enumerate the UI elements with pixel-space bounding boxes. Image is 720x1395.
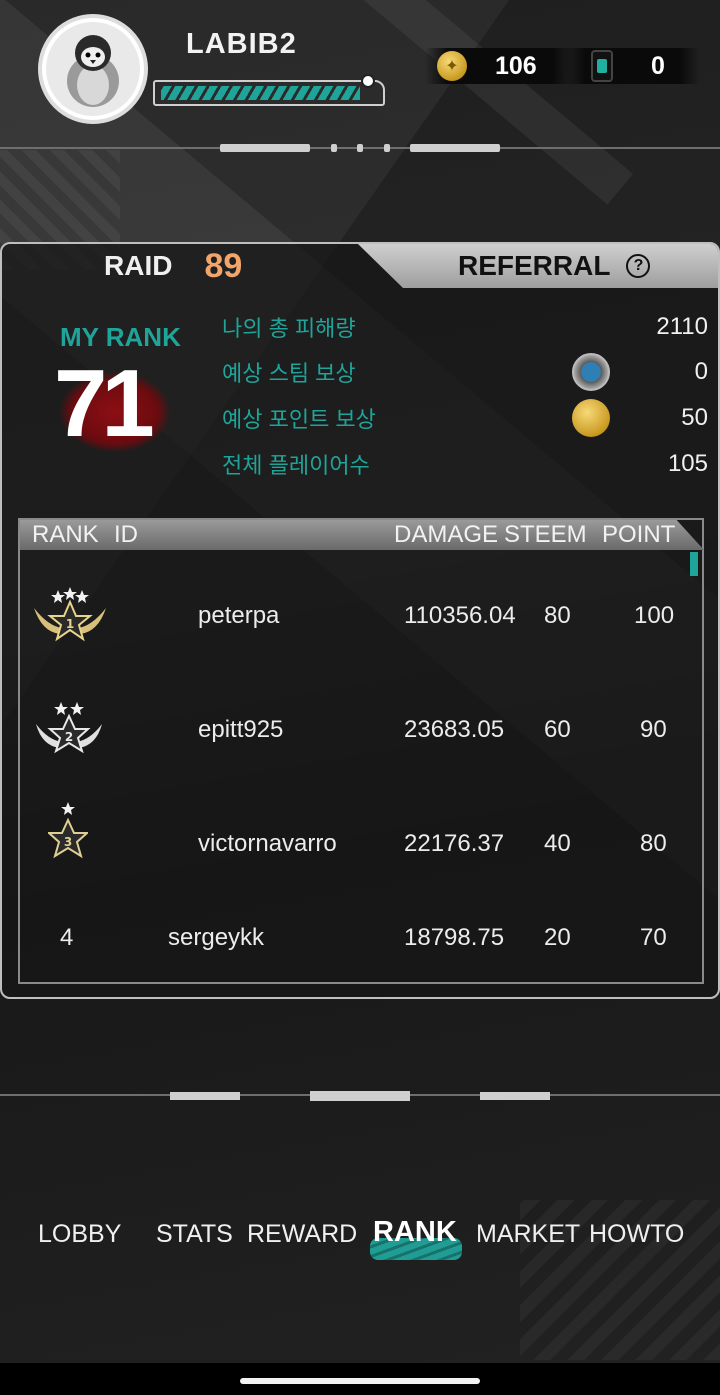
steem-value: 60 [544, 716, 571, 743]
stat-expected-steem: 예상 스팀 보상 0 [222, 353, 708, 391]
footer-divider-ornament [170, 1088, 550, 1104]
stat-value: 0 [694, 358, 708, 385]
rank-number: 4 [60, 924, 74, 951]
svg-text:3: 3 [64, 835, 72, 849]
stat-expected-points: 예상 포인트 보상 50 [222, 399, 708, 437]
steem-value: 20 [544, 924, 571, 951]
damage-value: 110356.04 [404, 602, 516, 629]
damage-value: 22176.37 [404, 830, 505, 857]
xp-bar [153, 74, 385, 106]
tab-raid[interactable]: RAID 89 [2, 244, 372, 288]
tab-referral[interactable]: REFERRAL ? [358, 244, 718, 288]
xp-knob [361, 74, 375, 88]
stat-value: 2110 [656, 313, 708, 340]
stat-label: 예상 포인트 보상 [222, 407, 376, 432]
silver-medal-icon: 2 [32, 696, 106, 756]
point-value: 90 [640, 716, 667, 743]
stat-label: 전체 플레이어수 [222, 453, 370, 478]
stat-label: 나의 총 피해량 [222, 316, 356, 341]
token-currency[interactable]: 0 [565, 48, 700, 84]
stat-total-players: 전체 플레이어수 105 [222, 446, 708, 482]
rank-table[interactable]: RANK ID DAMAGE STEEM POINT 1 peterpa 110… [18, 518, 704, 984]
stat-total-damage: 나의 총 피해량 2110 [222, 309, 708, 345]
damage-value: 23683.05 [404, 716, 505, 743]
token-amount: 0 [651, 51, 665, 80]
home-indicator[interactable] [240, 1378, 480, 1384]
player-id: sergeykk [168, 924, 265, 951]
point-value: 70 [640, 924, 667, 951]
gold-coin-icon: ✦ [437, 51, 467, 81]
nav-stats[interactable]: STATS [156, 1220, 233, 1249]
avatar[interactable] [38, 14, 148, 124]
gold-currency[interactable]: ✦ 106 [425, 48, 575, 84]
gold-amount: 106 [495, 51, 537, 80]
nav-rank[interactable]: RANK [373, 1216, 457, 1249]
username: LABIB2 [186, 28, 297, 60]
nav-howto[interactable]: HOWTO [589, 1220, 684, 1249]
scrollbar[interactable] [690, 552, 698, 576]
bronze-medal-icon: 3 [48, 798, 88, 862]
point-value: 100 [634, 602, 675, 629]
tab-raid-label: RAID [104, 250, 173, 281]
point-value: 80 [640, 830, 667, 857]
my-rank-label: MY RANK [60, 322, 181, 352]
rank-panel: RAID 89 REFERRAL ? MY RANK 71 나의 총 피해량 2… [0, 242, 720, 999]
token-icon [591, 50, 613, 82]
svg-text:1: 1 [66, 617, 74, 631]
gold-medal-icon: 1 [30, 584, 110, 644]
bottom-nav: LOBBY STATS REWARD RANK MARKET HOWTO [0, 1216, 720, 1256]
header-divider-ornament [220, 142, 500, 154]
gold-coin-icon [572, 399, 610, 437]
nav-lobby[interactable]: LOBBY [38, 1220, 121, 1249]
player-id: victornavarro [198, 830, 337, 857]
column-steem: STEEM [504, 521, 587, 548]
tab-referral-label: REFERRAL [458, 250, 611, 281]
column-damage: DAMAGE [394, 521, 499, 548]
player-id: peterpa [198, 602, 280, 629]
nav-market[interactable]: MARKET [476, 1220, 580, 1249]
my-rank-value: 71 [54, 350, 155, 457]
column-point: POINT [602, 521, 676, 548]
penguin-avatar-icon [46, 22, 140, 116]
table-row[interactable]: 3 victornavarro 22176.37 40 80 [20, 802, 704, 874]
player-id: epitt925 [198, 716, 284, 743]
column-rank: RANK [32, 521, 99, 548]
table-row[interactable]: 1 peterpa 110356.04 80 100 [20, 586, 704, 646]
svg-text:2: 2 [65, 730, 73, 744]
stat-value: 105 [667, 450, 708, 477]
xp-bar-fill [161, 86, 360, 100]
table-row[interactable]: 2 epitt925 23683.05 60 90 [20, 700, 704, 760]
table-row[interactable]: 4 sergeykk 18798.75 20 70 [20, 908, 704, 968]
table-header: RANK ID DAMAGE STEEM POINT [20, 520, 704, 550]
steem-value: 40 [544, 830, 571, 857]
column-id: ID [114, 521, 138, 548]
nav-reward[interactable]: REWARD [247, 1220, 357, 1249]
stat-label: 예상 스팀 보상 [222, 361, 356, 386]
stat-value: 50 [681, 404, 708, 431]
damage-value: 18798.75 [404, 924, 505, 951]
raid-number: 89 [204, 246, 243, 285]
steem-value: 80 [544, 602, 571, 629]
steem-icon [572, 353, 610, 391]
help-icon[interactable]: ? [626, 254, 651, 278]
